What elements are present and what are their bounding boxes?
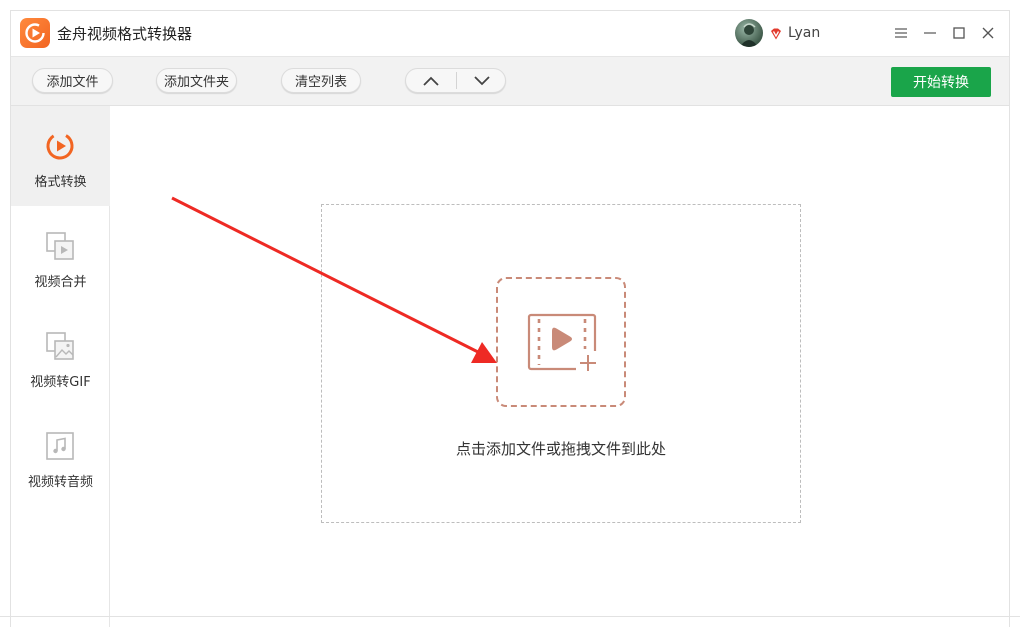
video-to-audio-icon <box>44 430 76 462</box>
divider <box>0 616 1020 617</box>
add-file-button[interactable]: 添加文件 <box>32 68 113 93</box>
minimize-icon[interactable] <box>920 23 940 43</box>
app-window: 金舟视频格式转换器 Lyan 添加文件 添加文件夹 清空列表 开始转换 格式转换… <box>10 10 1010 627</box>
file-drop-zone[interactable]: 点击添加文件或拖拽文件到此处 <box>321 204 801 523</box>
add-video-button[interactable] <box>496 277 626 407</box>
chevron-down-icon[interactable] <box>457 69 507 92</box>
clear-list-button[interactable]: 清空列表 <box>281 68 361 93</box>
vip-diamond-icon <box>769 26 783 40</box>
sidebar-item-label: 视频合并 <box>34 275 87 290</box>
close-icon[interactable] <box>978 23 998 43</box>
sidebar-item-label: 格式转换 <box>34 175 87 190</box>
menu-icon[interactable] <box>891 23 911 43</box>
toolbar: 添加文件 添加文件夹 清空列表 开始转换 <box>11 56 1009 106</box>
sidebar-item-video-merge[interactable]: 视频合并 <box>11 206 110 306</box>
sidebar-item-label: 视频转GIF <box>30 375 91 390</box>
maximize-icon[interactable] <box>949 23 969 43</box>
app-title: 金舟视频格式转换器 <box>57 25 193 43</box>
move-buttons <box>405 68 506 93</box>
add-video-icon <box>527 313 602 373</box>
avatar[interactable] <box>735 19 763 47</box>
video-merge-icon <box>44 230 76 262</box>
sidebar-item-label: 视频转音频 <box>27 475 93 490</box>
sidebar: 格式转换 视频合并 视频转GIF 视频转音频 <box>11 106 110 627</box>
username[interactable]: Lyan <box>788 25 820 41</box>
format-convert-icon <box>44 130 76 162</box>
video-to-gif-icon <box>44 330 76 362</box>
drop-hint-text: 点击添加文件或拖拽文件到此处 <box>455 440 666 458</box>
play-refresh-icon <box>20 18 50 48</box>
sidebar-item-video-to-gif[interactable]: 视频转GIF <box>11 306 110 406</box>
sidebar-item-video-to-audio[interactable]: 视频转音频 <box>11 406 110 506</box>
title-bar: 金舟视频格式转换器 Lyan <box>11 11 1009 56</box>
start-convert-button[interactable]: 开始转换 <box>891 67 991 97</box>
sidebar-item-format-convert[interactable]: 格式转换 <box>11 106 110 206</box>
chevron-up-icon[interactable] <box>406 69 456 92</box>
add-folder-button[interactable]: 添加文件夹 <box>156 68 237 93</box>
